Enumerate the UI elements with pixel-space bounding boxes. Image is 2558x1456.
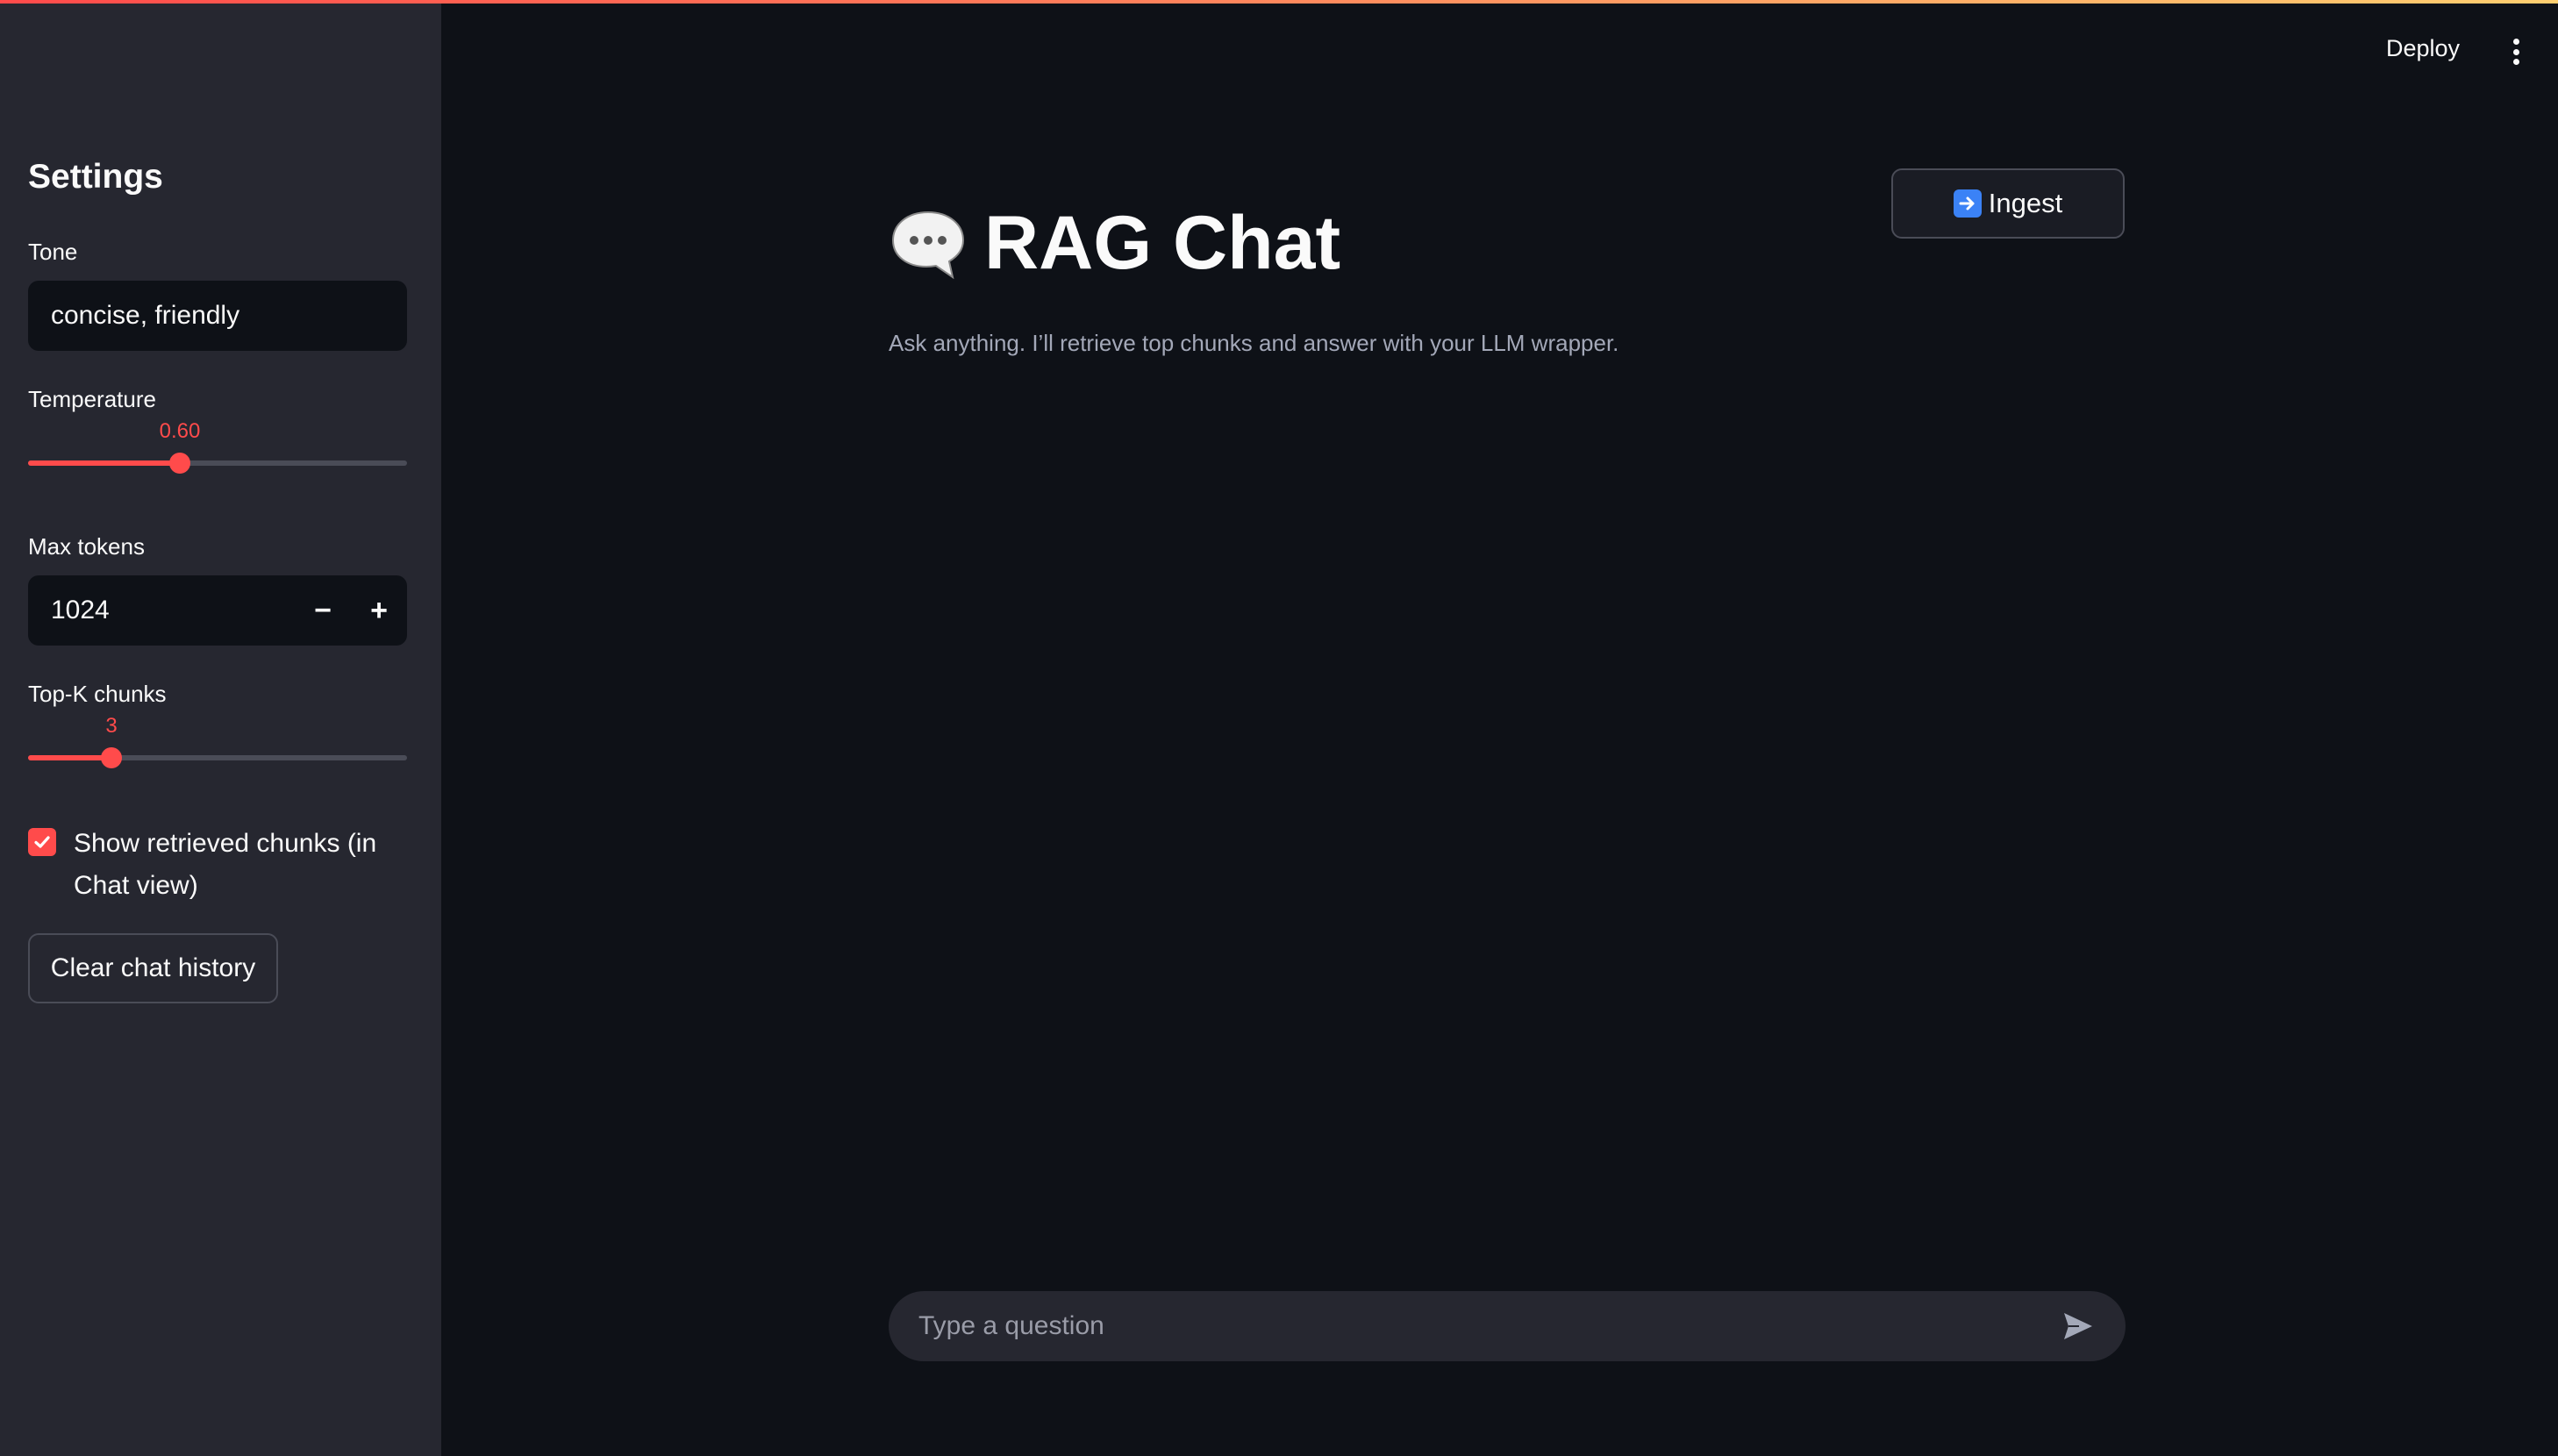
temperature-slider[interactable] <box>28 446 407 481</box>
right-arrow-icon <box>1953 189 1982 218</box>
max-tokens-input[interactable]: 1024 <box>28 596 295 625</box>
chat-input[interactable] <box>918 1311 2061 1341</box>
page-header: RAG Chat <box>888 200 1340 287</box>
slider-thumb[interactable] <box>101 747 122 768</box>
top-accent-bar <box>0 0 2558 4</box>
slider-thumb[interactable] <box>169 453 190 474</box>
send-icon[interactable] <box>2061 1309 2096 1344</box>
chat-input-bar <box>889 1291 2126 1361</box>
top-k-value: 3 <box>105 714 118 738</box>
checkmark-icon <box>34 836 50 848</box>
clear-chat-history-button[interactable]: Clear chat history <box>28 933 278 1003</box>
sidebar-title: Settings <box>28 158 163 196</box>
slider-fill <box>28 755 111 760</box>
slider-fill <box>28 460 180 466</box>
speech-bubble-icon <box>891 211 965 279</box>
max-tokens-stepper: 1024 − + <box>28 575 407 646</box>
tone-input[interactable]: concise, friendly <box>28 281 407 351</box>
max-tokens-label: Max tokens <box>28 533 145 560</box>
kebab-menu-icon[interactable] <box>2502 39 2530 65</box>
show-chunks-label[interactable]: Show retrieved chunks (in Chat view) <box>74 823 425 907</box>
sidebar: Settings Tone concise, friendly Temperat… <box>0 0 441 1456</box>
top-k-slider[interactable] <box>28 740 407 775</box>
page-title: RAG Chat <box>984 201 1341 285</box>
ingest-label: Ingest <box>1988 188 2063 218</box>
temperature-label: Temperature <box>28 386 156 412</box>
show-chunks-checkbox[interactable] <box>28 828 56 856</box>
ingest-button[interactable]: Ingest <box>1891 168 2125 239</box>
decrement-button[interactable]: − <box>295 575 351 646</box>
temperature-value: 0.60 <box>159 419 201 443</box>
increment-button[interactable]: + <box>351 575 407 646</box>
top-k-label: Top-K chunks <box>28 681 167 707</box>
page-subtitle: Ask anything. I’ll retrieve top chunks a… <box>889 330 1619 356</box>
deploy-button[interactable]: Deploy <box>2386 35 2460 62</box>
tone-label: Tone <box>28 239 78 265</box>
